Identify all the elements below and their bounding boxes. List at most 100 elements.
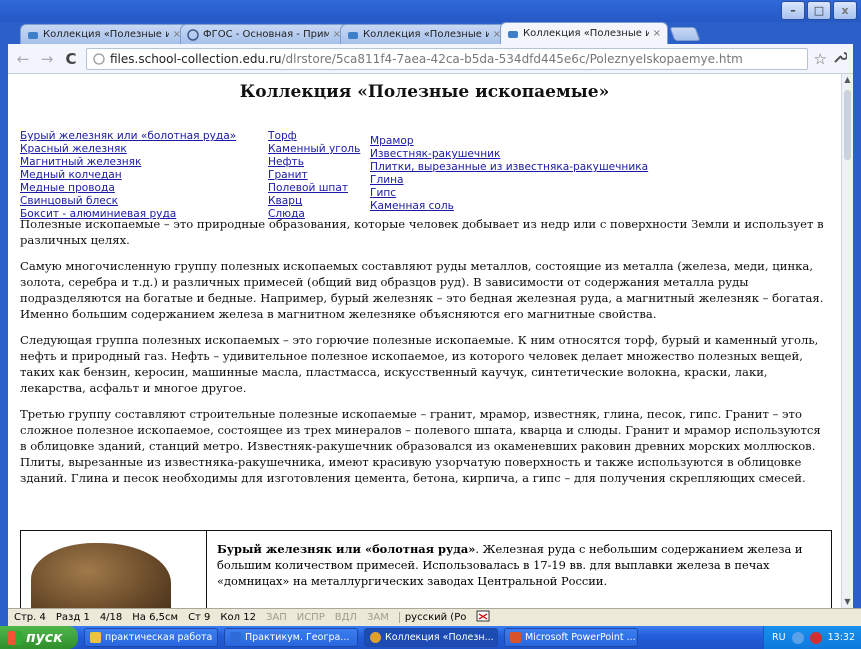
- status-position: На 6,5см: [132, 612, 179, 623]
- mineral-image-cell: [21, 531, 207, 608]
- tab-title: Коллекция «Полезные ископ: [363, 29, 489, 40]
- mineral-link[interactable]: Глина: [370, 174, 404, 186]
- word-status-bar: Стр. 4 Разд 1 4/18 На 6,5см Ст 9 Кол 12 …: [8, 608, 861, 626]
- mineral-card: Бурый железняк или «болотная руда». Желе…: [20, 530, 832, 608]
- taskbar-item[interactable]: Практикум. Геогра...: [224, 628, 358, 647]
- keyboard-language[interactable]: RU: [772, 632, 786, 643]
- ores-paragraph: Самую многочисленную группу полезных иск…: [20, 259, 824, 321]
- taskbar-item-label: Коллекция «Полезн...: [385, 632, 494, 643]
- word-doc-icon: [230, 632, 241, 643]
- spelling-book-icon[interactable]: [476, 610, 490, 625]
- tab-title: Коллекция «Полезные ископ: [523, 28, 649, 39]
- vertical-scrollbar[interactable]: ▲ ▼: [841, 74, 853, 608]
- status-pages: 4/18: [99, 612, 123, 623]
- status-line: Ст 9: [188, 612, 211, 623]
- scroll-thumb[interactable]: [844, 90, 851, 160]
- fuels-paragraph: Следующая группа полезных ископаемых – э…: [20, 333, 819, 395]
- status-page: Стр. 4: [14, 612, 46, 623]
- taskbar-item[interactable]: практическая работа: [84, 628, 218, 647]
- browser-tab[interactable]: Коллекция «Полезные ископ ×: [340, 24, 508, 44]
- globe-favicon-icon: [187, 28, 199, 41]
- status-column: Кол 12: [220, 612, 256, 623]
- tab-strip: Коллекция «Полезные ископ × ФГОС - Основ…: [20, 22, 701, 44]
- taskbar-item-label: Microsoft PowerPoint ...: [525, 632, 636, 643]
- tab-title: ФГОС - Основная - Примерны: [203, 29, 329, 40]
- clock: 13:32: [827, 632, 855, 643]
- mineral-link[interactable]: Слюда: [268, 208, 305, 220]
- mineral-link[interactable]: Магнитный железняк: [20, 156, 141, 168]
- links-column-fuels: Торф Каменный уголь Нефть Гранит Полевой…: [268, 130, 360, 221]
- mineral-links: Бурый железняк или «болотная руда» Красн…: [8, 110, 841, 220]
- mineral-link[interactable]: Бурый железняк или «болотная руда»: [20, 130, 236, 142]
- links-column-building: Мрамор Известняк-ракушечник Плитки, выре…: [370, 135, 648, 213]
- start-button[interactable]: пуск: [0, 626, 78, 649]
- mineral-link[interactable]: Известняк-ракушечник: [370, 148, 500, 160]
- mineral-link[interactable]: Боксит - алюминиевая руда: [20, 208, 176, 220]
- mineral-link[interactable]: Каменный уголь: [268, 143, 360, 155]
- page-info-icon[interactable]: [93, 52, 105, 65]
- reload-icon[interactable]: C: [62, 50, 80, 68]
- mineral-link[interactable]: Красный железняк: [20, 143, 127, 155]
- folder-icon: [90, 632, 101, 643]
- wrench-menu-icon[interactable]: [833, 50, 848, 68]
- antivirus-icon[interactable]: [809, 631, 822, 644]
- mineral-link[interactable]: Кварц: [268, 195, 302, 207]
- url-host: files.school-collection.edu.ru: [110, 51, 282, 66]
- mineral-link[interactable]: Плитки, вырезанные из известняка-ракушеч…: [370, 161, 648, 173]
- back-arrow-icon[interactable]: ←: [14, 50, 32, 68]
- forward-arrow-icon[interactable]: →: [38, 50, 56, 68]
- taskbar-item-active[interactable]: Коллекция «Полезн...: [364, 628, 498, 647]
- browser-tab[interactable]: Коллекция «Полезные ископ ×: [20, 24, 188, 44]
- mineral-link[interactable]: Каменная соль: [370, 200, 454, 212]
- chrome-icon: [370, 632, 381, 643]
- taskbar-item-label: практическая работа: [105, 632, 213, 643]
- new-tab-button[interactable]: [669, 27, 701, 41]
- mineral-photo: [31, 543, 171, 608]
- mineral-description: Бурый железняк или «болотная руда». Желе…: [217, 541, 823, 589]
- scroll-up-icon[interactable]: ▲: [842, 74, 853, 86]
- tab-title: Коллекция «Полезные ископ: [43, 29, 169, 40]
- mineral-link[interactable]: Гранит: [268, 169, 308, 181]
- mineral-link[interactable]: Мрамор: [370, 135, 414, 147]
- mineral-link[interactable]: Нефть: [268, 156, 304, 168]
- close-button[interactable]: x: [833, 1, 857, 20]
- browser-toolbar: ← → C files.school-collection.edu.ru/dlr…: [8, 44, 853, 74]
- scroll-down-icon[interactable]: ▼: [842, 596, 853, 608]
- url-path: /dlrstore/5ca811f4-7aea-42ca-b5da-534dfd…: [281, 51, 743, 66]
- tab-close-icon[interactable]: ×: [653, 28, 661, 39]
- address-bar[interactable]: files.school-collection.edu.ru/dlrstore/…: [86, 47, 808, 70]
- status-mode-ovr[interactable]: ЗАМ: [367, 612, 389, 623]
- browser-tab[interactable]: ФГОС - Основная - Примерны ×: [180, 24, 348, 44]
- page-title: Коллекция «Полезные ископаемые»: [239, 82, 610, 102]
- status-mode-ext[interactable]: ВДЛ: [335, 612, 357, 623]
- status-mode-rec[interactable]: ЗАП: [266, 612, 287, 623]
- mineral-link[interactable]: Гипс: [370, 187, 396, 199]
- mineral-link[interactable]: Торф: [268, 130, 297, 142]
- system-tray: RU 13:32: [763, 626, 861, 649]
- status-section: Разд 1: [55, 612, 90, 623]
- article: Коллекция «Полезные ископаемые» Бурый же…: [8, 82, 841, 486]
- network-icon[interactable]: [791, 631, 804, 644]
- mineral-link[interactable]: Полевой шпат: [268, 182, 348, 194]
- mineral-link[interactable]: Медный колчедан: [20, 169, 122, 181]
- windows-logo-icon: [8, 630, 22, 645]
- start-label: пуск: [26, 629, 63, 646]
- title-bar: – □ x: [0, 0, 861, 22]
- mineral-link[interactable]: Медные провода: [20, 182, 115, 194]
- page-content: Коллекция «Полезные ископаемые» Бурый же…: [8, 74, 841, 608]
- mineral-link[interactable]: Свинцовый блеск: [20, 195, 118, 207]
- browser-tab-active[interactable]: Коллекция «Полезные ископ ×: [500, 22, 668, 44]
- taskbar: пуск практическая работа Практикум. Геог…: [0, 626, 861, 649]
- powerpoint-icon: [510, 632, 521, 643]
- mineral-heading: Бурый железняк или «болотная руда»: [217, 542, 476, 556]
- status-mode-track[interactable]: ИСПР: [297, 612, 325, 623]
- status-language[interactable]: русский (Ро: [398, 612, 466, 623]
- page-favicon-icon: [508, 30, 518, 38]
- maximize-button[interactable]: □: [807, 1, 831, 20]
- bookmark-star-icon[interactable]: ☆: [814, 50, 827, 68]
- page-favicon-icon: [348, 31, 358, 39]
- page-favicon-icon: [28, 31, 38, 39]
- taskbar-item[interactable]: Microsoft PowerPoint ...: [504, 628, 638, 647]
- minimize-button[interactable]: –: [781, 1, 805, 20]
- links-column-ores: Бурый железняк или «болотная руда» Красн…: [20, 130, 236, 221]
